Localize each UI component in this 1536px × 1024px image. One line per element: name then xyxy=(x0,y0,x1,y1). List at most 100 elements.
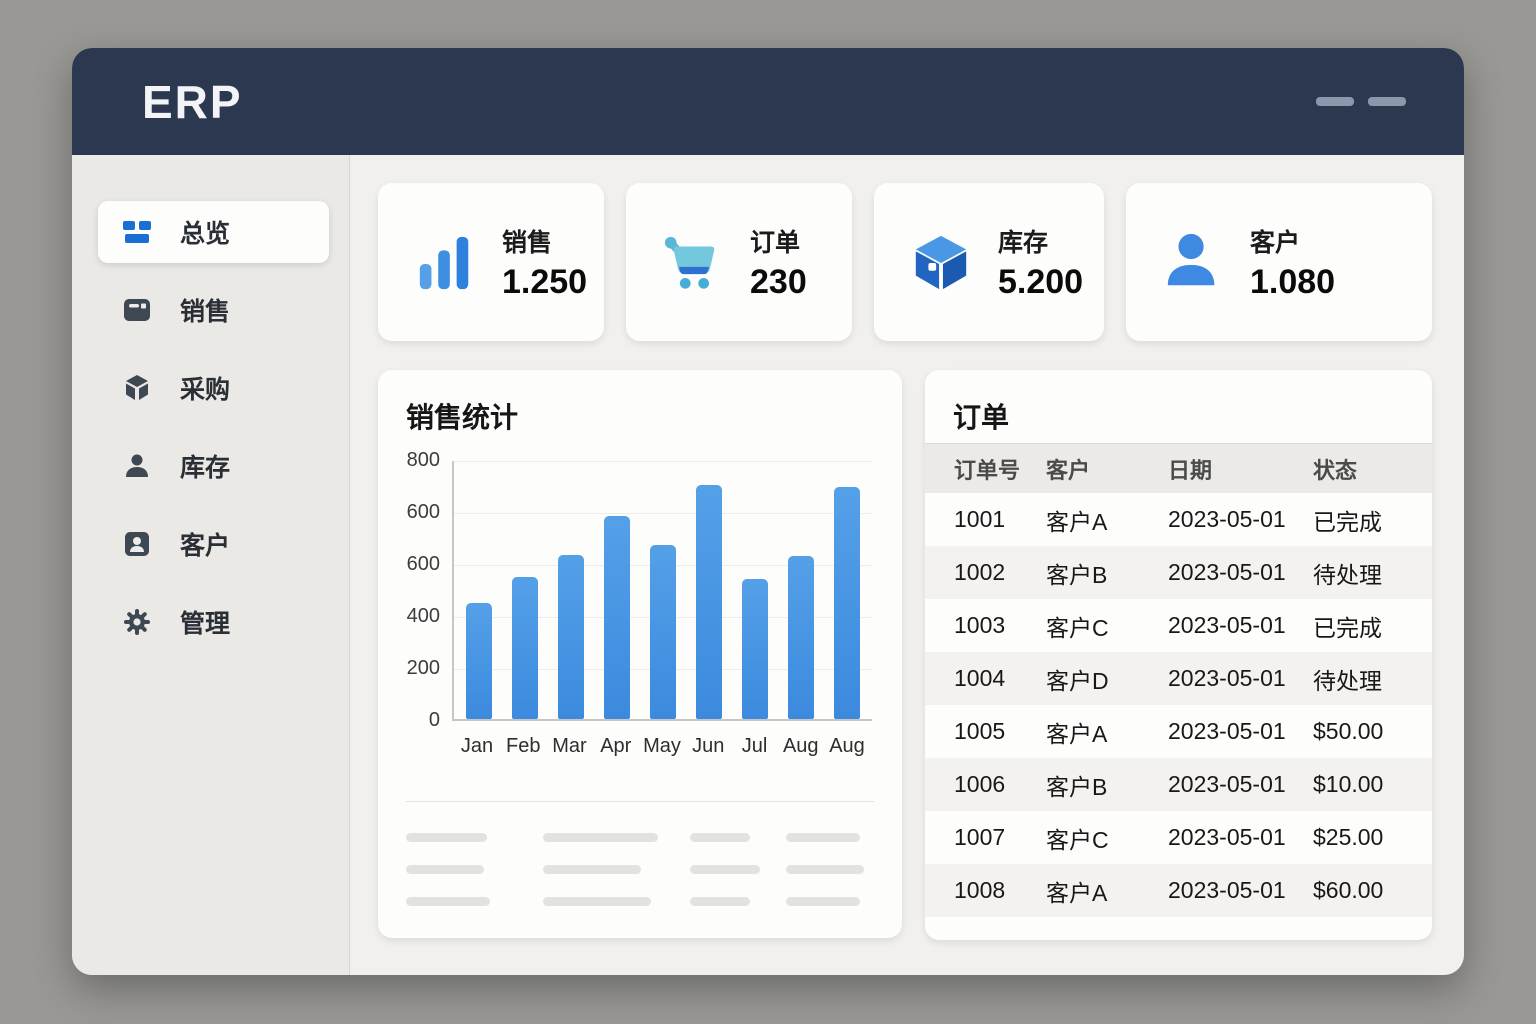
cell-status: 待处理 xyxy=(1313,667,1382,694)
cell-customer: 客户A xyxy=(1046,720,1108,747)
cell-order-id: 1003 xyxy=(954,612,1006,638)
bar-jul xyxy=(742,578,768,719)
bar-series xyxy=(454,461,872,719)
y-axis-tick: 600 xyxy=(406,553,440,575)
cube-icon xyxy=(122,373,152,403)
cell-order-id: 1008 xyxy=(954,877,1006,903)
table-row[interactable]: 1002 客户B 2023-05-01 待处理 xyxy=(925,546,1432,599)
dashboard-icon xyxy=(122,217,152,247)
column-header-order-id: 订单号 xyxy=(954,457,1021,483)
cell-customer: 客户A xyxy=(1046,508,1108,535)
stat-value: 230 xyxy=(750,262,807,301)
app-header: ERP xyxy=(72,48,1464,155)
stat-value: 1.250 xyxy=(502,262,588,301)
cell-date: 2023-05-01 xyxy=(1168,612,1286,638)
bar-jan xyxy=(466,602,492,719)
skeleton-line xyxy=(690,865,760,874)
cell-order-id: 1006 xyxy=(954,771,1006,797)
sidebar-item-overview[interactable]: 总览 xyxy=(98,201,329,263)
x-axis-tick: Jan xyxy=(460,735,494,757)
cell-status: $50.00 xyxy=(1313,718,1384,744)
window-controls xyxy=(1316,97,1406,106)
skeleton-line xyxy=(406,897,490,906)
cell-date: 2023-05-01 xyxy=(1168,771,1286,797)
sidebar-item-sales[interactable]: 销售 xyxy=(98,279,329,341)
erp-app-window: ERP 总览 销售 采购 库存 客户 管理 销售 1.250 订单 230 库存… xyxy=(72,48,1464,975)
bar-may xyxy=(650,544,676,719)
stat-card-orders[interactable]: 订单 230 xyxy=(626,183,852,341)
bar-aug-2 xyxy=(834,486,860,719)
x-axis-tick: Apr xyxy=(600,735,632,757)
table-row[interactable]: 1006 客户B 2023-05-01 $10.00 xyxy=(925,758,1432,811)
cell-date: 2023-05-01 xyxy=(1168,559,1286,585)
sidebar-item-label: 总览 xyxy=(180,220,231,248)
user-icon xyxy=(1162,231,1224,293)
cell-customer: 客户C xyxy=(1046,826,1109,853)
table-row[interactable]: 1005 客户A 2023-05-01 $50.00 xyxy=(925,705,1432,758)
cell-order-id: 1004 xyxy=(954,665,1006,691)
bar-mar xyxy=(558,554,584,719)
stat-label: 订单 xyxy=(750,228,801,257)
stat-card-sales[interactable]: 销售 1.250 xyxy=(378,183,604,341)
stat-card-customers[interactable]: 客户 1.080 xyxy=(1126,183,1432,341)
sidebar-item-label: 客户 xyxy=(180,532,231,560)
sidebar-item-inventory[interactable]: 库存 xyxy=(98,435,329,497)
column-header-status: 状态 xyxy=(1313,457,1358,483)
x-axis-tick: May xyxy=(643,735,681,757)
cell-date: 2023-05-01 xyxy=(1168,665,1286,691)
cell-order-id: 1002 xyxy=(954,559,1006,585)
cell-date: 2023-05-01 xyxy=(1168,718,1286,744)
y-axis-tick: 0 xyxy=(428,709,440,731)
minimize-button[interactable] xyxy=(1316,97,1354,106)
sidebar: 总览 销售 采购 库存 客户 管理 xyxy=(72,155,350,975)
skeleton-line xyxy=(690,897,750,906)
sidebar-item-label: 管理 xyxy=(180,610,231,638)
cell-order-id: 1001 xyxy=(954,506,1006,532)
column-header-date: 日期 xyxy=(1168,457,1213,483)
app-logo: ERP xyxy=(142,75,243,128)
bar-chart-icon xyxy=(414,231,476,293)
cube-3d-icon xyxy=(910,231,972,293)
cell-status: 已完成 xyxy=(1313,508,1382,535)
sales-card-icon xyxy=(122,295,152,325)
orders-table-card: 订单 订单号 客户 日期 状态 1001 客户A 2023-05-01 已完成 xyxy=(925,370,1432,940)
cell-date: 2023-05-01 xyxy=(1168,877,1286,903)
cell-status: $10.00 xyxy=(1313,771,1384,797)
bar-aug xyxy=(788,556,814,719)
stat-label: 销售 xyxy=(502,228,553,257)
y-axis-tick: 800 xyxy=(406,449,440,471)
cell-status: $25.00 xyxy=(1313,824,1384,850)
cell-customer: 客户B xyxy=(1046,561,1108,588)
skeleton-line xyxy=(406,833,487,842)
cell-customer: 客户A xyxy=(1046,879,1108,906)
skeleton-line xyxy=(406,865,484,874)
x-axis-tick: Jun xyxy=(692,735,725,757)
cell-customer: 客户C xyxy=(1046,614,1109,641)
stat-value: 1.080 xyxy=(1250,262,1336,301)
stat-card-inventory[interactable]: 库存 5.200 xyxy=(874,183,1104,341)
cell-status: $60.00 xyxy=(1313,877,1384,903)
table-row[interactable]: 1008 客户A 2023-05-01 $60.00 xyxy=(925,864,1432,917)
x-axis-tick: Jul xyxy=(741,735,768,757)
stat-value: 5.200 xyxy=(998,262,1084,301)
gear-icon xyxy=(122,607,152,637)
skeleton-line xyxy=(690,833,750,842)
sidebar-item-procurement[interactable]: 采购 xyxy=(98,357,329,419)
bar-chart-plot-area xyxy=(452,461,872,721)
table-header-row: 订单号 客户 日期 状态 xyxy=(925,443,1432,493)
y-axis-tick: 200 xyxy=(406,657,440,679)
maximize-button[interactable] xyxy=(1368,97,1406,106)
table-row[interactable]: 1004 客户D 2023-05-01 待处理 xyxy=(925,652,1432,705)
sidebar-item-customers[interactable]: 客户 xyxy=(98,513,329,575)
cell-order-id: 1005 xyxy=(954,718,1006,744)
sidebar-item-settings[interactable]: 管理 xyxy=(98,591,329,653)
y-axis-tick: 400 xyxy=(406,605,440,627)
skeleton-line xyxy=(543,833,658,842)
chart-title: 销售统计 xyxy=(406,402,519,433)
divider xyxy=(406,801,874,802)
table-row[interactable]: 1001 客户A 2023-05-01 已完成 xyxy=(925,493,1432,546)
bar-jun xyxy=(696,485,722,719)
table-row[interactable]: 1007 客户C 2023-05-01 $25.00 xyxy=(925,811,1432,864)
table-row[interactable]: 1003 客户C 2023-05-01 已完成 xyxy=(925,599,1432,652)
sidebar-item-label: 采购 xyxy=(180,376,231,404)
